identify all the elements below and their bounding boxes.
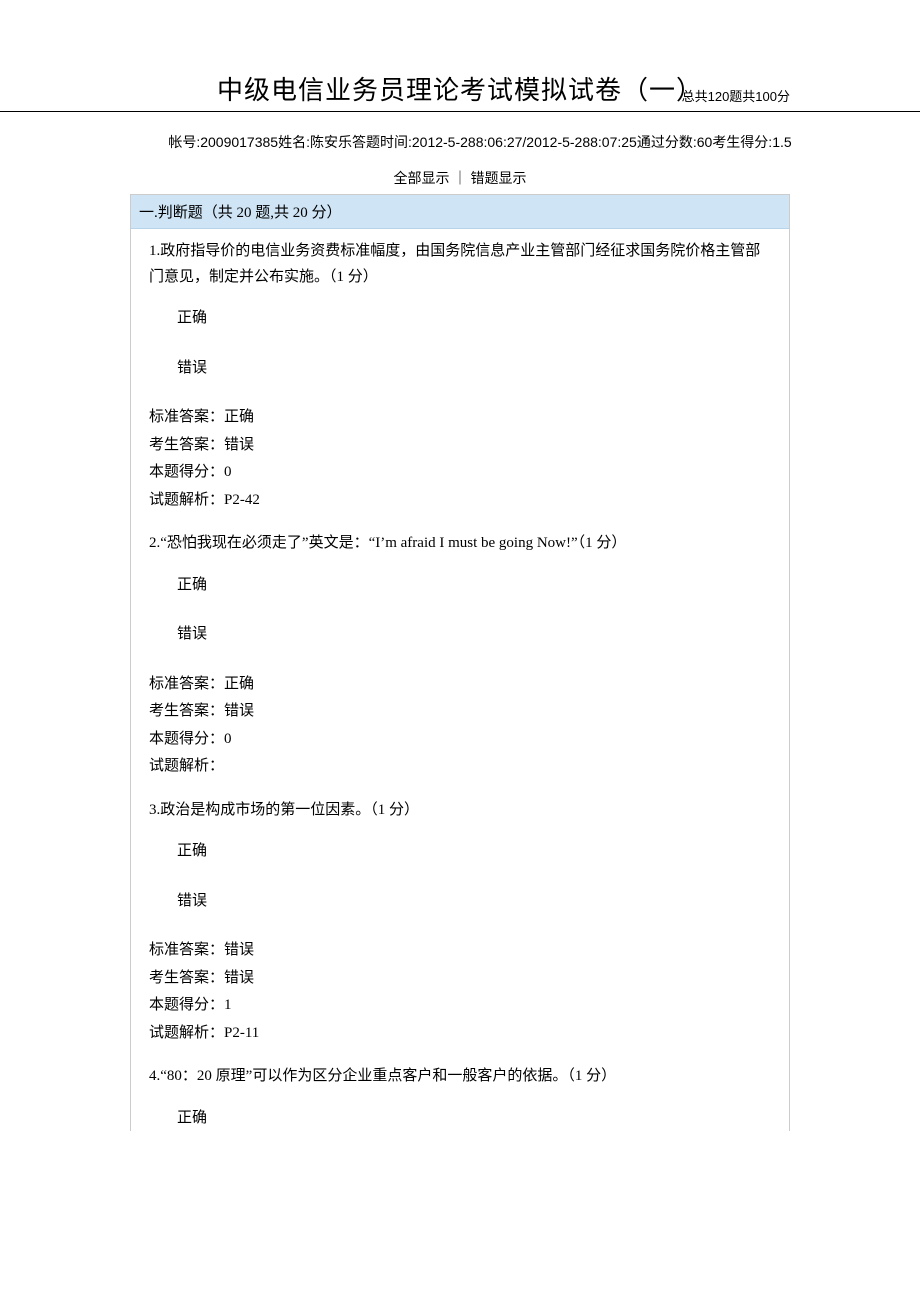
score-label: 本题得分： (149, 464, 224, 480)
question-item: 4.“80：20 原理”可以作为区分企业重点客户和一般客户的依据。（1 分） 正… (149, 1064, 771, 1131)
option-true[interactable]: 正确 (149, 839, 771, 865)
pass-value: 60 (697, 134, 713, 150)
score-value: 1.5 (772, 134, 791, 150)
total-summary: 总共120题共100分 (682, 86, 790, 105)
show-wrong-link[interactable]: 错题显示 (471, 172, 527, 187)
score-value: 0 (224, 464, 232, 480)
std-answer-value: 正确 (224, 409, 254, 425)
account-label: 帐号: (168, 134, 200, 150)
name-label: 姓名: (278, 134, 310, 150)
content-wrapper: 一.判断题（共 20 题,共 20 分） 1.政府指导价的电信业务资费标准幅度，… (130, 194, 790, 1131)
question-item: 1.政府指导价的电信业务资费标准幅度，由国务院信息产业主管部门经征求国务院价格主… (149, 239, 771, 513)
explain-value: P2-11 (224, 1025, 259, 1041)
score-label: 考生得分: (712, 134, 772, 150)
option-true[interactable]: 正确 (149, 306, 771, 332)
display-toggle: 全部显示 ｜ 错题显示 (0, 156, 920, 194)
user-answer-value: 错误 (224, 703, 254, 719)
section-header-judgment: 一.判断题（共 20 题,共 20 分） (131, 195, 789, 229)
question-item: 2.“恐怕我现在必须走了”英文是：“I’m afraid I must be g… (149, 531, 771, 780)
explain-label: 试题解析： (149, 758, 224, 774)
std-answer-value: 正确 (224, 676, 254, 692)
question-list: 1.政府指导价的电信业务资费标准幅度，由国务院信息产业主管部门经征求国务院价格主… (131, 229, 789, 1131)
std-answer-label: 标准答案： (149, 676, 224, 692)
user-answer-label: 考生答案： (149, 970, 224, 986)
std-answer-label: 标准答案： (149, 942, 224, 958)
option-false[interactable]: 错误 (149, 356, 771, 382)
question-text: 3.政治是构成市场的第一位因素。（1 分） (149, 798, 771, 824)
user-answer-value: 错误 (224, 970, 254, 986)
question-text: 4.“80：20 原理”可以作为区分企业重点客户和一般客户的依据。（1 分） (149, 1064, 771, 1090)
page-header: 中级电信业务员理论考试模拟试卷（一） 总共120题共100分 (0, 0, 920, 112)
question-text: 1.政府指导价的电信业务资费标准幅度，由国务院信息产业主管部门经征求国务院价格主… (149, 239, 771, 290)
std-answer-label: 标准答案： (149, 409, 224, 425)
question-text: 2.“恐怕我现在必须走了”英文是：“I’m afraid I must be g… (149, 531, 771, 557)
option-true[interactable]: 正确 (149, 1106, 771, 1132)
pass-label: 通过分数: (637, 134, 697, 150)
account-value: 2009017385 (200, 134, 278, 150)
user-answer-value: 错误 (224, 437, 254, 453)
toggle-separator: ｜ (453, 172, 467, 187)
question-item: 3.政治是构成市场的第一位因素。（1 分） 正确 错误 标准答案：错误 考生答案… (149, 798, 771, 1047)
explain-label: 试题解析： (149, 492, 224, 508)
name-value: 陈安乐 (310, 134, 352, 150)
score-value: 1 (224, 997, 232, 1013)
score-value: 0 (224, 731, 232, 747)
time-value: 2012-5-288:06:27/2012-5-288:07:25 (412, 134, 637, 150)
user-answer-label: 考生答案： (149, 437, 224, 453)
score-label: 本题得分： (149, 997, 224, 1013)
option-true[interactable]: 正确 (149, 573, 771, 599)
option-false[interactable]: 错误 (149, 889, 771, 915)
user-answer-label: 考生答案： (149, 703, 224, 719)
show-all-link[interactable]: 全部显示 (394, 172, 450, 187)
explain-label: 试题解析： (149, 1025, 224, 1041)
time-label: 答题时间: (352, 134, 412, 150)
option-false[interactable]: 错误 (149, 622, 771, 648)
explain-value: P2-42 (224, 492, 260, 508)
std-answer-value: 错误 (224, 942, 254, 958)
exam-meta: 帐号:2009017385姓名:陈安乐答题时间:2012-5-288:06:27… (0, 112, 920, 156)
score-label: 本题得分： (149, 731, 224, 747)
